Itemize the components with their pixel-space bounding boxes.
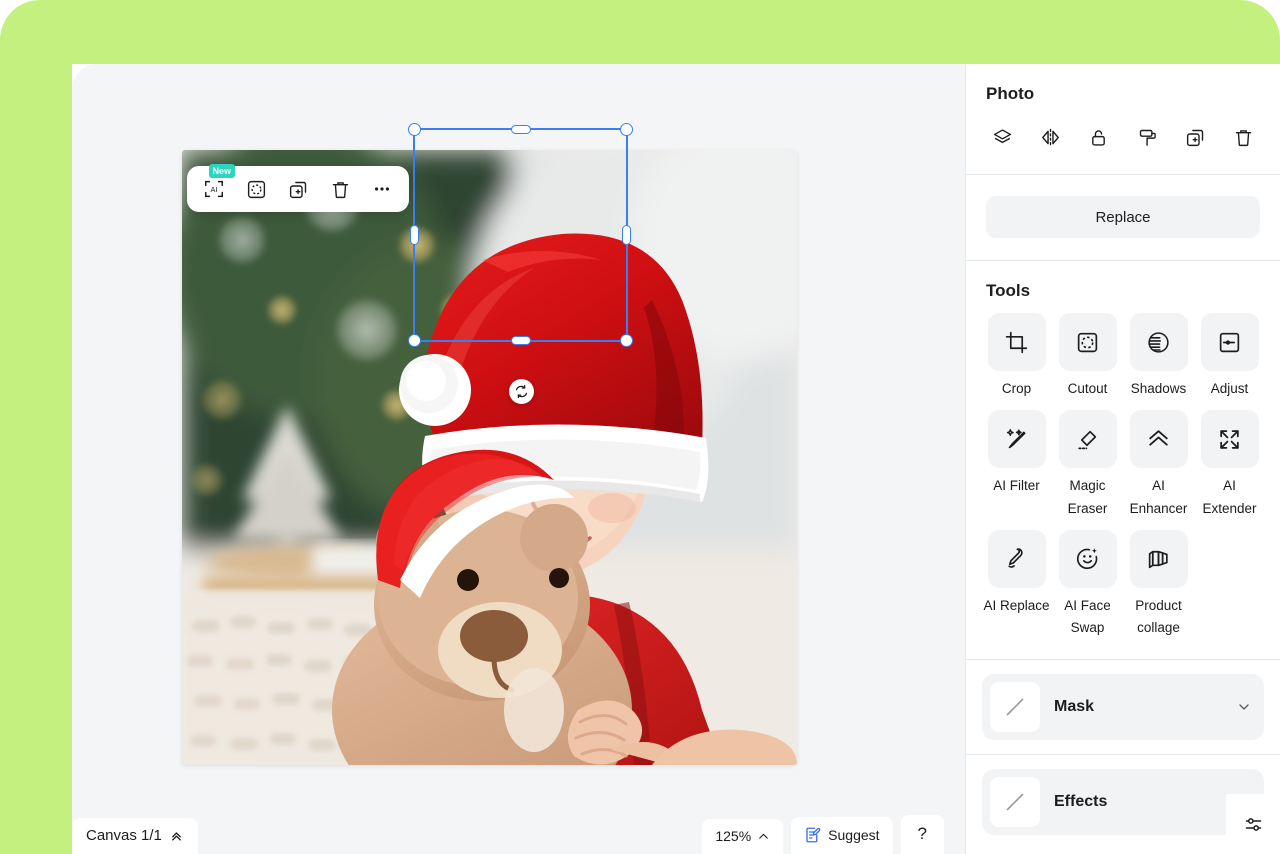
canvas-page-label: Canvas 1/1 <box>86 827 162 844</box>
chevrons-up-icon <box>169 828 184 843</box>
canvas-area[interactable]: New AI Canvas 1/1 125% Suggest ? <box>72 64 965 854</box>
help-label: ? <box>917 824 927 843</box>
effects-accordion[interactable]: Effects <box>982 769 1264 836</box>
tool-ai-face-swap[interactable]: AI Face Swap <box>1053 529 1122 646</box>
flip-horizontal-icon[interactable] <box>1032 120 1068 154</box>
zoom-level-label: 125% <box>715 828 752 844</box>
canvas-view-controls: 125% Suggest ? <box>702 815 944 854</box>
resize-handle-top-left[interactable] <box>408 123 421 136</box>
unlock-icon[interactable] <box>1081 120 1117 154</box>
duplicate-icon[interactable] <box>283 174 313 204</box>
help-button[interactable]: ? <box>900 815 944 854</box>
none-slash-thumb[interactable] <box>990 682 1040 733</box>
product-collage-icon <box>1129 529 1188 588</box>
ai-replace-icon <box>987 529 1046 588</box>
suggest-button[interactable]: Suggest <box>791 817 893 854</box>
tool-cutout[interactable]: Cutout <box>1053 313 1122 406</box>
ai-enhancer-icon <box>1129 410 1188 469</box>
layers-icon[interactable] <box>984 120 1020 154</box>
tool-ai-extender[interactable]: AI Extender <box>1195 410 1264 526</box>
suggest-note-icon <box>804 826 822 844</box>
tool-label: Adjust <box>1210 381 1249 396</box>
tool-ai-enhancer[interactable]: AI Enhancer <box>1124 410 1193 526</box>
crop-icon <box>987 313 1046 371</box>
properties-panel: Photo Replace Tools Crop Cutout Shadows … <box>965 64 1280 854</box>
tool-adjust[interactable]: Adjust <box>1195 313 1264 406</box>
tool-crop[interactable]: Crop <box>982 313 1051 406</box>
tool-label: AI Enhancer <box>1129 478 1188 516</box>
tool-label: Product collage <box>1135 597 1182 636</box>
replace-section: Replace <box>966 175 1280 260</box>
trash-icon[interactable] <box>1226 120 1262 154</box>
cutout-icon <box>1058 313 1117 371</box>
magic-eraser-icon <box>1058 410 1117 469</box>
tool-label: AI Filter <box>993 478 1040 494</box>
suggest-label: Suggest <box>828 827 880 843</box>
new-badge: New <box>209 164 235 178</box>
rotate-icon[interactable] <box>509 379 534 404</box>
tool-ai-replace[interactable]: AI Replace <box>982 529 1051 646</box>
ai-extender-icon <box>1200 410 1259 469</box>
paint-roller-icon[interactable] <box>1129 120 1165 154</box>
tool-label: Cutout <box>1067 381 1108 396</box>
app-window: New AI Canvas 1/1 125% Suggest ? Photo R… <box>72 64 1280 854</box>
tool-label: Crop <box>1001 381 1032 396</box>
ai-tool-icon[interactable]: New AI <box>199 164 235 204</box>
shadows-icon <box>1129 313 1188 371</box>
cutout-icon[interactable] <box>241 174 271 204</box>
panel-header-icons <box>966 104 1280 174</box>
tool-product-collage[interactable]: Product collage <box>1124 529 1193 646</box>
decorative-green-left <box>0 40 72 854</box>
sliders-icon[interactable] <box>1226 794 1280 854</box>
adjust-icon <box>1200 313 1259 371</box>
duplicate-icon[interactable] <box>1178 120 1214 154</box>
tools-heading: Tools <box>986 281 1031 300</box>
decorative-green-backdrop <box>0 0 1280 64</box>
divider <box>966 754 1280 756</box>
delete-icon[interactable] <box>325 174 355 204</box>
tool-magic-eraser[interactable]: Magic Eraser <box>1053 410 1122 526</box>
mask-accordion[interactable]: Mask <box>982 674 1264 741</box>
tool-label: Magic Eraser <box>1067 478 1108 516</box>
tools-grid: Crop Cutout Shadows Adjust AI Filter Mag… <box>966 301 1280 645</box>
chevron-down-icon[interactable] <box>1234 699 1254 715</box>
tool-label: AI Face Swap <box>1064 597 1111 636</box>
object-floating-toolbar[interactable]: New AI <box>187 164 409 212</box>
panel-title: Photo <box>986 84 1035 103</box>
tool-label: AI Extender <box>1202 478 1257 516</box>
tool-ai-filter[interactable]: AI Filter <box>982 410 1051 526</box>
mask-label: Mask <box>1054 698 1095 716</box>
more-options-icon[interactable] <box>367 174 397 204</box>
canvas-page-selector[interactable]: Canvas 1/1 <box>72 818 198 854</box>
zoom-level-selector[interactable]: 125% <box>702 819 784 854</box>
none-slash-thumb[interactable] <box>990 777 1040 828</box>
canvas-photo[interactable] <box>182 150 797 765</box>
effects-label: Effects <box>1054 793 1108 811</box>
app-root: New AI Canvas 1/1 125% Suggest ? Photo R… <box>0 0 1280 854</box>
ai-filter-icon <box>987 410 1046 469</box>
canvas-bottom-bar: Canvas 1/1 125% Suggest ? <box>72 810 965 854</box>
tool-label: AI Replace <box>983 597 1050 613</box>
resize-handle-top-right[interactable] <box>620 123 633 136</box>
replace-button[interactable]: Replace <box>986 196 1260 238</box>
ai-face-swap-icon <box>1058 529 1117 588</box>
chevron-up-icon <box>757 830 770 843</box>
svg-text:AI: AI <box>211 185 218 194</box>
divider <box>966 659 1280 661</box>
resize-handle-top[interactable] <box>510 125 531 134</box>
tool-label: Shadows <box>1130 381 1187 396</box>
tool-shadows[interactable]: Shadows <box>1124 313 1193 406</box>
